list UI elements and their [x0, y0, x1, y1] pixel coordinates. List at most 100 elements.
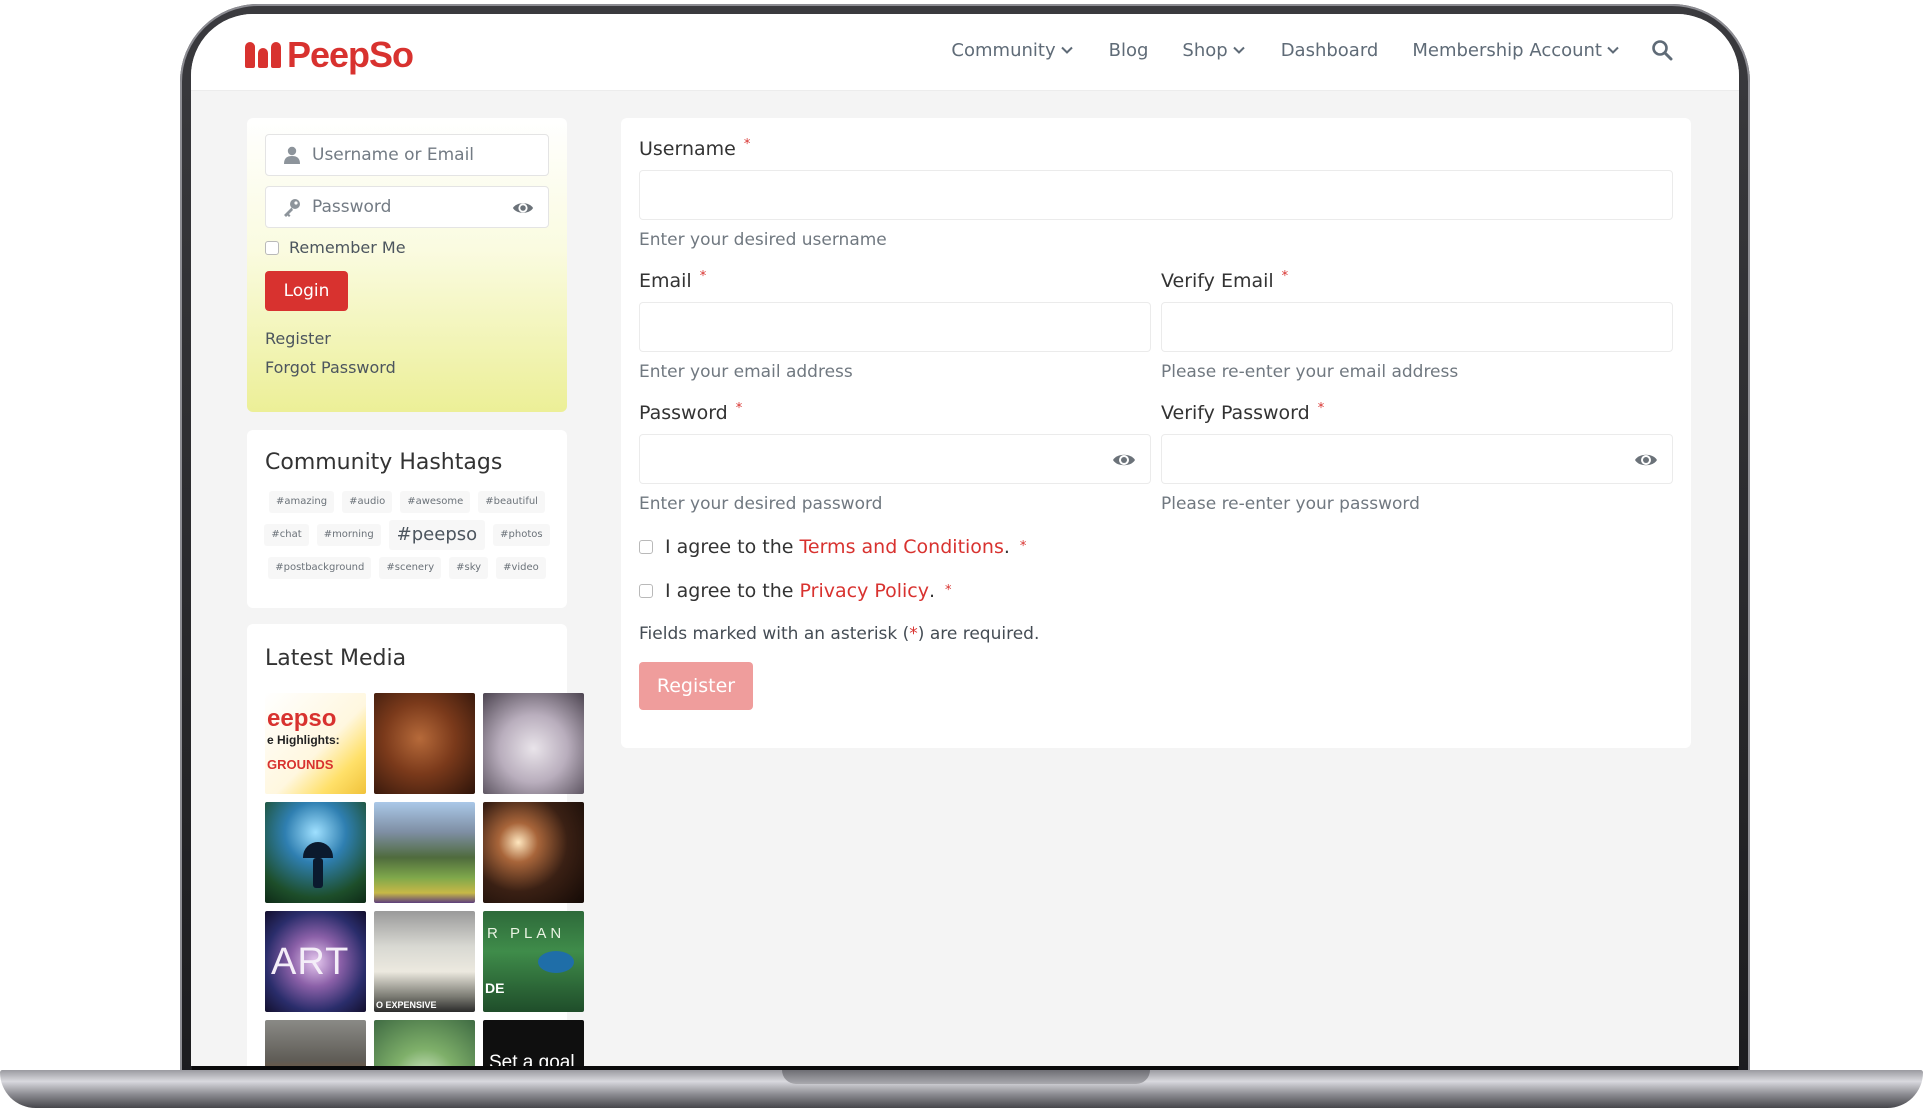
terms-period: . [1003, 536, 1010, 558]
email-hint: Enter your email address [639, 362, 853, 382]
media-thumb[interactable]: O EXPENSIVE [374, 911, 475, 1012]
username-label: Username * [639, 137, 1673, 161]
nav-membership-account[interactable]: Membership Account [1412, 40, 1621, 61]
hashtag-postbackground[interactable]: #postbackground [268, 557, 372, 579]
register-link[interactable]: Register [265, 329, 549, 348]
email-input[interactable] [640, 303, 1150, 351]
required-star: * [1281, 269, 1289, 284]
media-thumb[interactable] [374, 693, 475, 794]
media-thumb[interactable] [265, 1020, 366, 1066]
privacy-period: . [929, 580, 936, 602]
media-thumb[interactable]: eepso e Highlights: GROUNDS [265, 693, 366, 794]
site-header: PeepSo Community Blog Shop Dashboard Mem… [191, 14, 1739, 91]
chevron-down-icon [1232, 46, 1245, 54]
media-thumb[interactable] [374, 802, 475, 903]
verify-password-label: Verify Password * [1161, 402, 1673, 425]
hashtag-video[interactable]: #video [496, 557, 546, 579]
privacy-agreement: I agree to the Privacy Policy. * [639, 580, 1673, 602]
required-fields-note: Fields marked with an asterisk (*) are r… [639, 624, 1673, 644]
password-input[interactable] [640, 435, 1150, 483]
thumb-text: R PLAN [487, 925, 566, 942]
logo-mark-icon [245, 42, 281, 68]
username-field[interactable] [639, 170, 1673, 220]
verify-email-field[interactable] [1161, 302, 1673, 352]
required-star: * [699, 269, 707, 284]
media-thumb[interactable]: Set a goal [483, 1020, 584, 1066]
username-input[interactable] [640, 171, 1672, 219]
username-email-input[interactable] [312, 145, 512, 165]
hashtags-title: Community Hashtags [265, 450, 503, 475]
login-button[interactable]: Login [265, 271, 348, 311]
hashtag-beautiful[interactable]: #beautiful [478, 491, 545, 513]
nav-community[interactable]: Community [951, 40, 1074, 61]
media-thumb[interactable]: ART [265, 911, 366, 1012]
media-thumb[interactable] [374, 1020, 475, 1066]
verify-email-hint: Please re-enter your email address [1161, 362, 1459, 382]
hashtag-sky[interactable]: #sky [449, 557, 489, 579]
nav-blog[interactable]: Blog [1109, 40, 1149, 61]
remember-me-checkbox[interactable] [265, 240, 279, 255]
thumb-text: Set a goal [489, 1052, 575, 1066]
nav-membership-label: Membership Account [1412, 39, 1602, 61]
terms-checkbox[interactable] [639, 540, 653, 554]
logo-text: PeepSo [287, 34, 414, 75]
email-field[interactable] [639, 302, 1151, 352]
username-hint: Enter your desired username [639, 230, 887, 250]
required-note-after: ) are required. [917, 624, 1040, 644]
verify-password-input[interactable] [1162, 435, 1672, 483]
remember-me[interactable]: Remember Me [265, 238, 549, 257]
latest-media-title: Latest Media [265, 646, 407, 671]
required-star: * [743, 137, 751, 152]
password-label: Password * [639, 402, 1151, 425]
search-icon[interactable] [1651, 39, 1673, 61]
community-hashtags-widget: Community Hashtags #amazing #audio #awes… [247, 430, 567, 608]
eye-icon[interactable] [1112, 450, 1136, 470]
nav-shop[interactable]: Shop [1182, 40, 1246, 61]
hashtag-peepso[interactable]: #peepso [388, 520, 486, 550]
verify-email-label: Verify Email * [1161, 269, 1673, 293]
media-thumb[interactable]: R PLAN DE [483, 911, 584, 1012]
email-label-text: Email [639, 270, 692, 292]
hashtag-chat[interactable]: #chat [264, 524, 309, 546]
eye-icon[interactable] [512, 198, 534, 218]
privacy-checkbox[interactable] [639, 584, 653, 598]
verify-email-input[interactable] [1162, 303, 1672, 351]
hashtag-amazing[interactable]: #amazing [269, 491, 335, 513]
verify-email-label-text: Verify Email [1161, 270, 1274, 292]
hashtag-awesome[interactable]: #awesome [400, 491, 471, 513]
hashtag-morning[interactable]: #morning [316, 524, 381, 546]
nav-community-label: Community [951, 39, 1056, 61]
email-label: Email * [639, 269, 1151, 293]
required-note-star: * [909, 624, 918, 644]
nav-dashboard-label: Dashboard [1280, 39, 1379, 61]
nav-shop-label: Shop [1182, 39, 1228, 61]
key-icon [284, 199, 300, 217]
peepso-logo[interactable]: PeepSo [245, 34, 414, 76]
thumb-text: O EXPENSIVE [376, 1000, 437, 1010]
terms-link[interactable]: Terms and Conditions [800, 536, 1004, 558]
username-label-text: Username [639, 138, 736, 160]
main-nav: Community Blog Shop Dashboard Membership… [917, 39, 1673, 61]
privacy-link[interactable]: Privacy Policy [800, 580, 929, 602]
password-label-text: Password [639, 402, 728, 424]
thumb-text: eepso [267, 705, 337, 732]
required-note-before: Fields marked with an asterisk ( [639, 624, 910, 644]
password-input[interactable] [312, 197, 512, 217]
hashtag-photos[interactable]: #photos [493, 524, 550, 546]
register-button[interactable]: Register [639, 662, 753, 710]
required-star: * [945, 583, 952, 598]
media-thumb[interactable] [265, 802, 366, 903]
hashtag-audio[interactable]: #audio [342, 491, 393, 513]
laptop-notch [782, 1070, 1150, 1084]
verify-password-field[interactable] [1161, 434, 1673, 484]
forgot-password-link[interactable]: Forgot Password [265, 358, 549, 377]
terms-prefix: I agree to the [665, 536, 794, 558]
username-email-field[interactable] [265, 134, 549, 176]
eye-icon[interactable] [1634, 450, 1658, 470]
hashtag-scenery[interactable]: #scenery [379, 557, 442, 579]
media-thumb[interactable] [483, 802, 584, 903]
media-thumb[interactable] [483, 693, 584, 794]
nav-dashboard[interactable]: Dashboard [1281, 40, 1379, 61]
password-field[interactable] [265, 186, 549, 228]
password-field[interactable] [639, 434, 1151, 484]
